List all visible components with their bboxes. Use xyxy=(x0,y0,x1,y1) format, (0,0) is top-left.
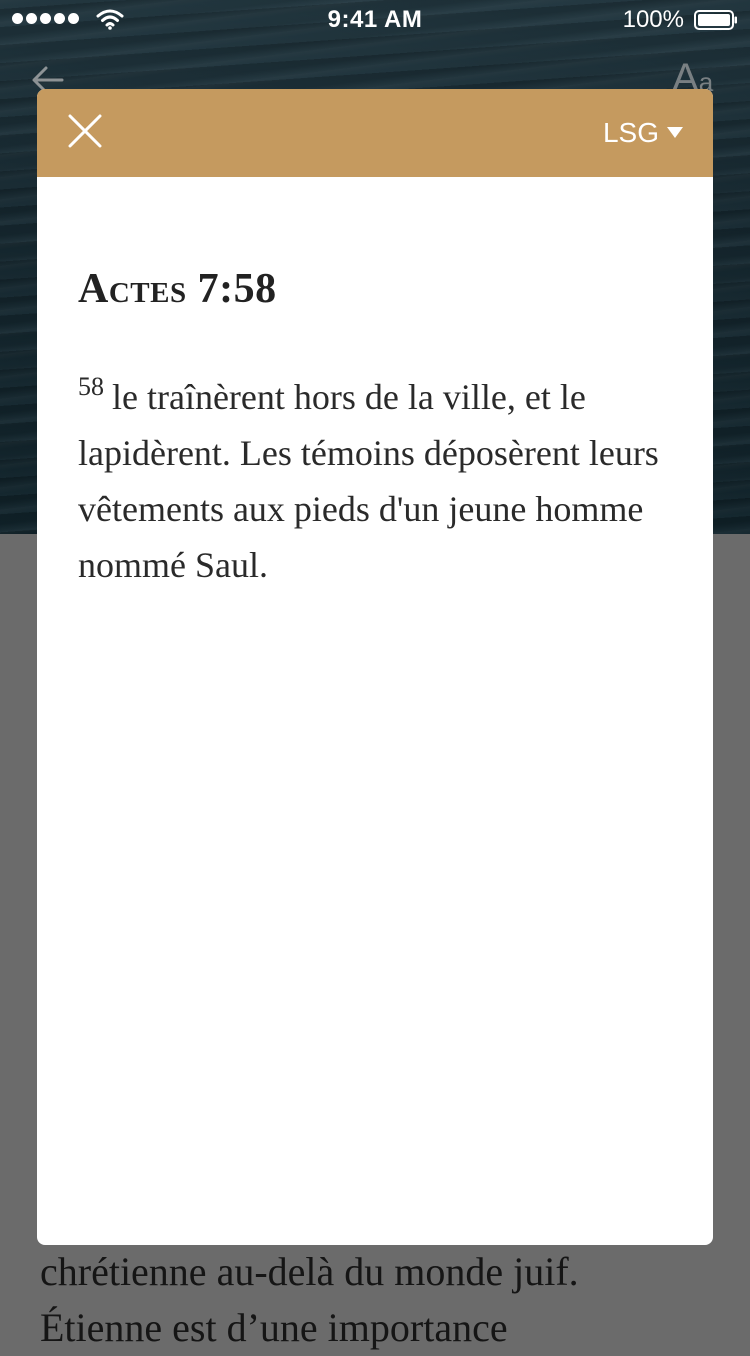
modal-body: Actes 7:58 58 le traînèrent hors de la vi… xyxy=(78,259,678,593)
status-bar: 9:41 AM 100% xyxy=(0,0,750,40)
article-text-line: Étienne est d’une importance xyxy=(40,1305,508,1350)
close-icon[interactable] xyxy=(63,109,107,153)
verse-number: 58 xyxy=(78,372,104,401)
version-label: LSG xyxy=(602,117,659,148)
verse-content: le traînèrent hors de la ville, et le la… xyxy=(78,377,659,585)
modal-header: LSG xyxy=(37,89,713,177)
battery-icon xyxy=(694,10,737,30)
verse-reference: Actes 7:58 xyxy=(78,266,277,312)
battery-percent: 100% xyxy=(622,6,684,33)
verse-text: 58 le traînèrent hors de la ville, et le … xyxy=(78,369,678,593)
version-selector[interactable]: LSG xyxy=(603,113,683,153)
verse-modal: LSG Actes 7:58 58 le traînèrent hors de l… xyxy=(37,89,713,1245)
article-text-line: chrétienne au-delà du monde juif. xyxy=(40,1249,579,1294)
caret-down-icon xyxy=(667,127,683,138)
article-text: chrétienne au-delà du monde juif. Étienn… xyxy=(40,1244,740,1356)
